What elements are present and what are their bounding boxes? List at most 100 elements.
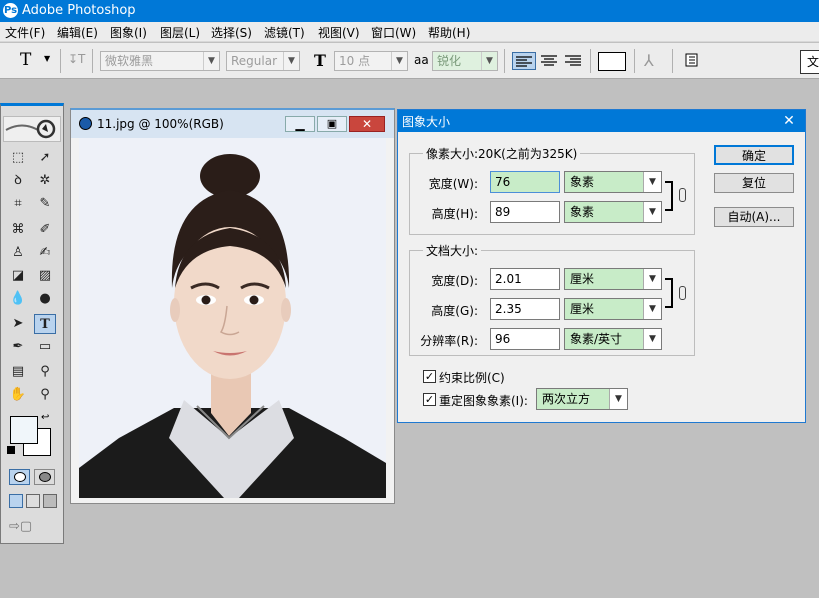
type-tool-icon[interactable]: T [34,314,56,334]
blur-tool-icon[interactable]: 💧 [7,289,29,309]
screen-mode-full-menu-icon[interactable] [26,494,40,508]
pen-tool-icon[interactable]: ✒ [7,337,29,357]
document-canvas[interactable] [79,138,386,498]
menu-layer[interactable]: 图层(L) [160,24,200,41]
standard-mode-button[interactable] [9,469,30,485]
type-tool-preset[interactable]: T [20,50,31,70]
constrain-proportions-checkbox[interactable]: ✓ [423,370,436,383]
palettes-button[interactable] [684,52,700,68]
brush-tool-icon[interactable]: ✐ [34,220,56,240]
foreground-color-front[interactable] [10,416,38,444]
antialias-select[interactable]: 锐化 ▼ [432,51,498,71]
align-left-button[interactable] [512,52,536,70]
resolution-label: 分辨率(R): [420,334,478,348]
text-color-swatch[interactable] [598,52,626,71]
close-icon: ✕ [361,117,373,131]
menu-select[interactable]: 选择(S) [211,24,252,41]
gradient-tool-icon[interactable]: ▨ [34,266,56,286]
resample-method-select[interactable]: 两次立方 ▼ [536,388,628,410]
align-right-button[interactable] [562,52,584,70]
width-input[interactable]: 76 [490,171,560,193]
slice-tool-icon[interactable]: ✎ [34,194,56,214]
clone-stamp-icon[interactable]: ♙ [7,243,29,263]
doc-height-unit-select[interactable]: 厘米 ▼ [564,298,662,320]
screen-mode-standard-icon[interactable] [9,494,23,508]
chain-link-icon [679,286,686,300]
eyedropper-icon[interactable]: ⚲ [34,362,56,382]
zoom-tool-icon[interactable]: ⚲ [34,385,56,405]
doc-width-input[interactable]: 2.01 [490,268,560,290]
menu-image[interactable]: 图象(I) [110,24,147,41]
height-unit-select[interactable]: 象素 ▼ [564,201,662,223]
path-selection-icon[interactable]: ➤ [7,314,29,334]
menu-file[interactable]: 文件(F) [5,24,45,41]
resolution-input[interactable]: 96 [490,328,560,350]
resample-method-value: 两次立方 [542,392,591,406]
warp-text-icon[interactable]: ⅄ [644,51,654,70]
font-style-select[interactable]: Regular ▼ [226,51,300,71]
chevron-down-icon: ▼ [643,329,661,349]
auto-button[interactable]: 自动(A)... [714,207,794,227]
font-size-value: 10 点 [339,54,371,68]
dodge-tool-icon[interactable]: ● [34,289,56,309]
marquee-tool-icon[interactable]: ⬚ [7,148,29,168]
quick-mask-button[interactable] [34,469,55,485]
font-family-select[interactable]: 微软雅黑 ▼ [100,51,220,71]
separator [590,49,591,73]
menu-edit[interactable]: 编辑(E) [57,24,98,41]
width-unit-select[interactable]: 象素 ▼ [564,171,662,193]
resample-image-label: 重定图象象素(I): [439,394,528,408]
close-button[interactable]: ✕ [349,116,385,132]
text-orientation-icon[interactable]: ↧T [68,52,86,70]
hand-tool-icon[interactable]: ✋ [7,385,29,405]
chevron-down-icon[interactable]: ▼ [44,54,50,63]
palette-well-tab[interactable]: 文 [800,50,819,74]
antialias-icon: aa [414,53,429,67]
align-center-icon [541,55,557,66]
crop-tool-icon[interactable]: ⌗ [7,194,29,214]
shape-tool-icon[interactable]: ▭ [34,337,56,357]
dialog-close-button[interactable]: ✕ [778,111,800,131]
menu-filter[interactable]: 滤镜(T) [264,24,305,41]
jump-to-imageready-icon[interactable]: ⇨▢ [9,519,57,537]
adobe-eye-icon [5,119,56,139]
menu-window[interactable]: 窗口(W) [371,24,416,41]
chevron-down-icon: ▼ [481,52,497,70]
close-icon: ✕ [783,113,795,129]
menu-view[interactable]: 视图(V) [318,24,360,41]
chevron-down-icon: ▼ [609,389,627,409]
separator [92,49,93,73]
reset-button[interactable]: 复位 [714,173,794,193]
font-size-select[interactable]: 10 点 ▼ [334,51,408,71]
minimize-button[interactable]: ▁ [285,116,315,132]
healing-brush-icon[interactable]: ⌘ [7,220,29,240]
eraser-tool-icon[interactable]: ◪ [7,266,29,286]
menu-bar: 文件(F) 编辑(E) 图象(I) 图层(L) 选择(S) 滤镜(T) 视图(V… [0,22,819,42]
resolution-unit-select[interactable]: 象素/英寸 ▼ [564,328,662,350]
lasso-tool-icon[interactable]: ꝺ [7,171,29,191]
default-colors-icon[interactable] [7,446,15,454]
history-brush-icon[interactable]: ✍ [34,243,56,263]
portrait-photo [79,138,386,498]
app-title-bar: Ps Adobe Photoshop [0,0,819,22]
resample-image-checkbox[interactable]: ✓ [423,393,436,406]
chevron-down-icon: ▼ [643,172,661,192]
notes-tool-icon[interactable]: ▤ [7,362,29,382]
standard-mode-icon [13,472,26,482]
menu-help[interactable]: 帮助(H) [428,24,470,41]
maximize-button[interactable]: ▣ [317,116,347,132]
height-label: 高度(H): [431,207,478,221]
align-center-button[interactable] [538,52,560,70]
doc-width-unit-select[interactable]: 厘米 ▼ [564,268,662,290]
swap-colors-icon[interactable]: ↩ [41,412,49,423]
ok-button[interactable]: 确定 [714,145,794,165]
doc-height-input[interactable]: 2.35 [490,298,560,320]
move-tool-icon[interactable]: ➚ [34,148,56,168]
screen-mode-full-icon[interactable] [43,494,57,508]
magic-wand-icon[interactable]: ✲ [34,171,56,191]
quick-mask-icon [38,472,51,482]
align-left-icon [516,56,532,67]
adobe-online-button[interactable] [3,116,61,142]
height-input[interactable]: 89 [490,201,560,223]
doc-height-unit-value: 厘米 [570,302,595,316]
